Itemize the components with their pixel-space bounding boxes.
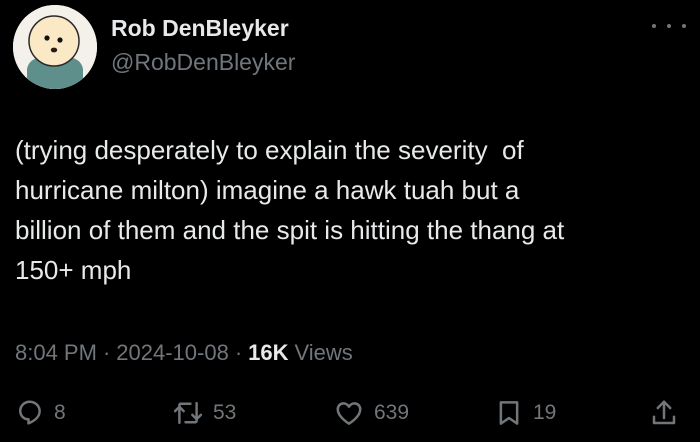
reply-icon — [19, 400, 41, 425]
like-button[interactable]: 639 — [333, 392, 409, 434]
like-count: 639 — [374, 401, 410, 424]
author-handle[interactable]: @RobDenBleyker — [111, 49, 295, 76]
author-name[interactable]: Rob DenBleyker — [111, 15, 289, 42]
retweet-count: 53 — [213, 401, 237, 424]
tweet-text-line: 150+ mph — [15, 255, 132, 285]
share-button[interactable] — [649, 392, 679, 434]
tweet-text-line: hurricane milton) imagine a hawk tuah bu… — [15, 175, 520, 205]
tweet-date[interactable]: 2024-10-08 — [116, 340, 229, 366]
tweet-time[interactable]: 8:04 PM — [15, 340, 97, 366]
meta-separator: · — [234, 340, 243, 365]
views-count: 16K — [248, 340, 289, 365]
tweet-text-line: billion of them and the spit is hitting … — [15, 215, 565, 245]
reply-button[interactable]: 8 — [15, 392, 66, 434]
action-bar: 8 53 639 19 — [0, 392, 700, 434]
retweet-button[interactable]: 53 — [172, 392, 236, 434]
more-icon[interactable] — [652, 16, 686, 36]
retweet-icon — [173, 401, 203, 425]
tweet: Rob DenBleyker @RobDenBleyker (trying de… — [0, 0, 700, 442]
tweet-text: (trying desperately to explain the sever… — [15, 130, 685, 290]
avatar[interactable] — [13, 5, 97, 89]
tweet-text-line: (trying desperately to explain the sever… — [15, 135, 524, 165]
views-label: Views — [294, 340, 353, 365]
bookmark-button[interactable]: 19 — [494, 392, 556, 434]
meta-separator: · — [102, 340, 111, 365]
avatar-icon — [13, 5, 97, 89]
bookmark-icon — [499, 401, 519, 425]
reply-count: 8 — [54, 401, 66, 424]
tweet-meta: 8:04 PM · 2024-10-08 · 16K Views — [15, 340, 353, 366]
bookmark-count: 19 — [533, 401, 557, 424]
share-icon — [652, 400, 676, 425]
heart-icon — [336, 402, 362, 425]
